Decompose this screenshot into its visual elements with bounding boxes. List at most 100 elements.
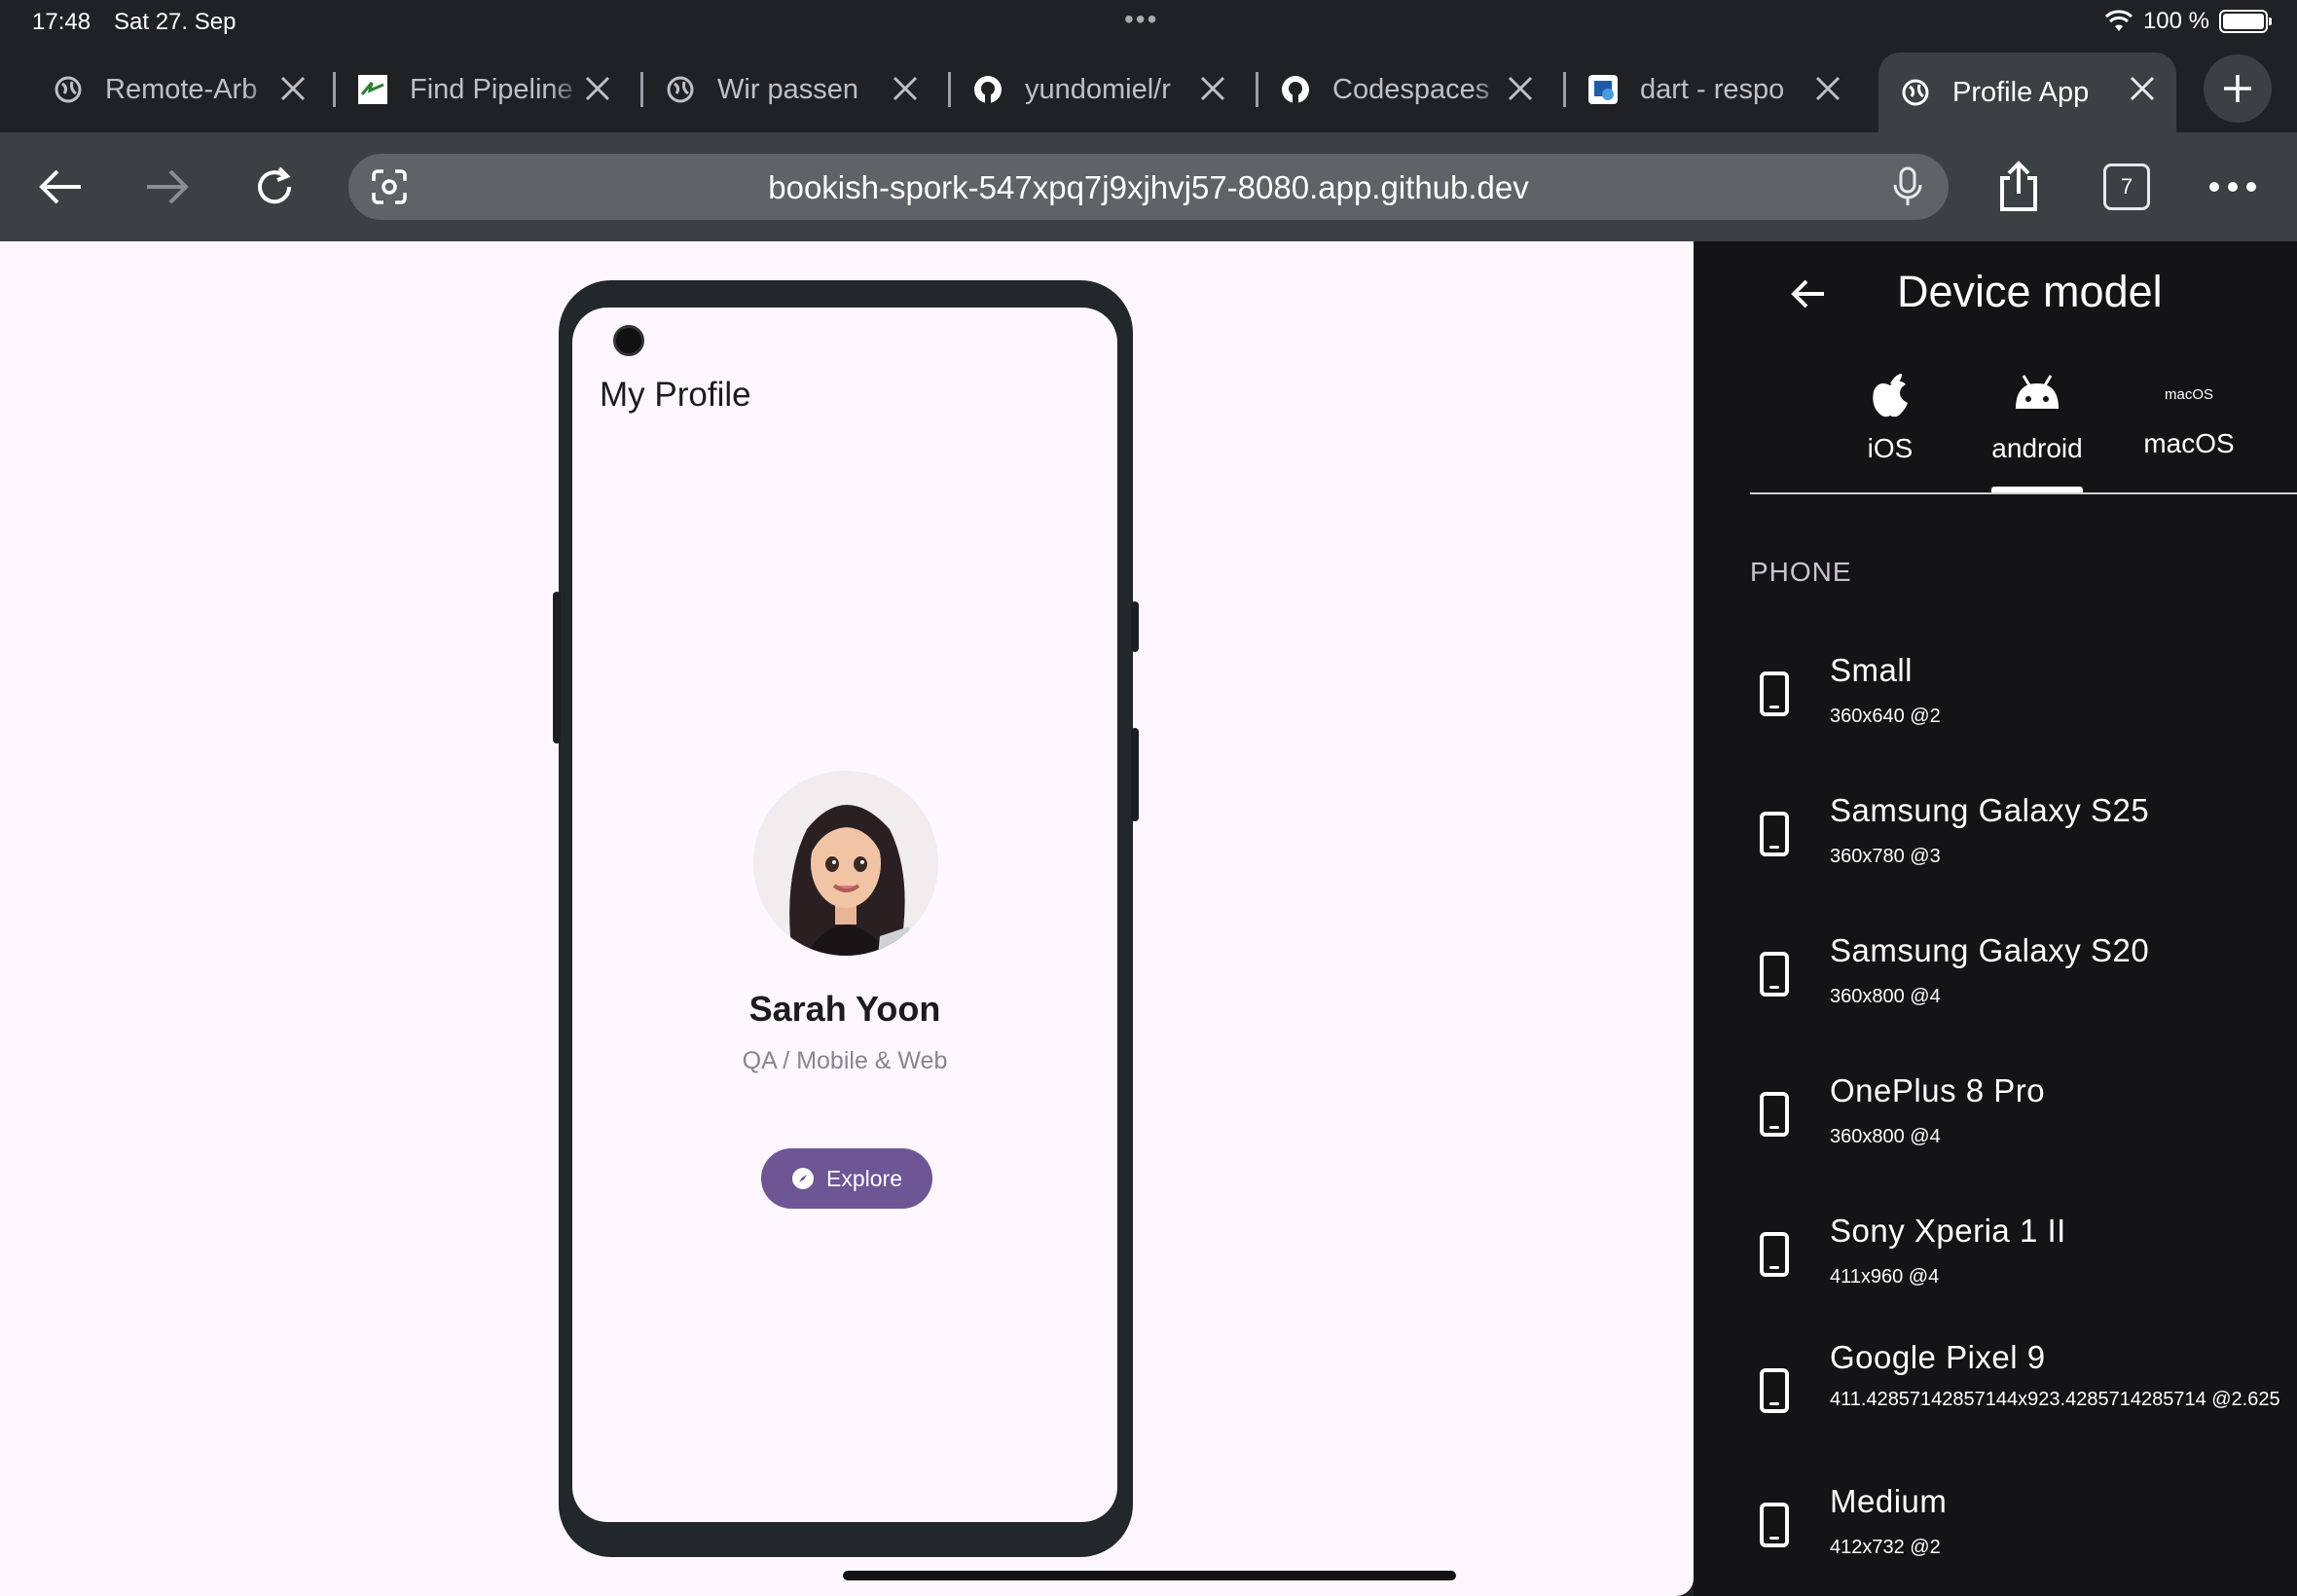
arrow-right-icon xyxy=(147,169,189,204)
github-icon xyxy=(972,74,1003,105)
home-indicator[interactable] xyxy=(843,1571,1456,1580)
stackexchange-icon xyxy=(1587,74,1619,105)
new-tab-button[interactable] xyxy=(2204,54,2272,123)
apple-icon xyxy=(1873,374,1908,417)
tab-switcher-button[interactable]: 7 xyxy=(2103,163,2150,210)
tab-label: Codespaces xyxy=(1332,73,1490,105)
device-item-galaxy-s20[interactable]: Samsung Galaxy S20 360x800 @4 xyxy=(1750,932,2295,1030)
device-name: Medium xyxy=(1830,1483,1948,1519)
back-button[interactable] xyxy=(31,158,90,216)
platform-tab-ios[interactable]: iOS xyxy=(1851,370,1929,464)
arrow-left-icon xyxy=(39,169,81,204)
battery-icon xyxy=(2219,10,2272,33)
tab-label: Find Pipeline xyxy=(410,73,573,105)
status-bar: 17:48 Sat 27. Sep ••• 100 % xyxy=(0,0,2297,47)
front-camera xyxy=(613,325,644,356)
phone-icon xyxy=(1760,952,1789,997)
github-icon xyxy=(1280,74,1311,105)
tab-wir-passen[interactable]: Wir passen xyxy=(643,53,939,127)
profile-name: Sarah Yoon xyxy=(748,989,941,1029)
close-tab-icon[interactable] xyxy=(1504,72,1537,105)
plus-icon xyxy=(2224,75,2251,102)
device-item-pixel-9[interactable]: Google Pixel 9 411.42857142857144x923.42… xyxy=(1750,1339,2295,1456)
close-tab-icon[interactable] xyxy=(276,72,310,105)
back-arrow-icon[interactable] xyxy=(1785,271,1832,317)
close-tab-icon[interactable] xyxy=(581,72,614,105)
side-button xyxy=(1131,601,1139,652)
share-icon xyxy=(2000,161,2037,211)
phone-icon xyxy=(1760,1368,1789,1413)
address-bar[interactable]: bookish-spork-547xpq7j9xjhvj57-8080.app.… xyxy=(348,154,1949,220)
device-spec: 360x640 @2 xyxy=(1830,706,1941,727)
status-time: 17:48 xyxy=(32,9,91,35)
forward-button[interactable] xyxy=(138,158,197,216)
platform-label: iOS xyxy=(1867,433,1914,463)
platform-label: macOS xyxy=(2143,428,2235,458)
platform-tab-macos[interactable]: macOS macOS xyxy=(2135,370,2242,459)
panel-title: Device model xyxy=(1897,267,2163,316)
close-tab-icon[interactable] xyxy=(1811,72,1844,105)
tab-divider xyxy=(1750,492,2297,494)
device-item-galaxy-s25[interactable]: Samsung Galaxy S25 360x780 @3 xyxy=(1750,792,2295,889)
tab-yundomiel[interactable]: yundomiel/r xyxy=(951,53,1247,127)
section-header: PHONE xyxy=(1750,557,1852,587)
profile-role: QA / Mobile & Web xyxy=(742,1047,948,1074)
multitasking-dots[interactable]: ••• xyxy=(1124,4,1158,35)
browser-toolbar: bookish-spork-547xpq7j9xjhvj57-8080.app.… xyxy=(0,132,2297,241)
device-spec: 412x732 @2 xyxy=(1830,1537,1941,1558)
microphone-icon[interactable] xyxy=(1888,165,1927,208)
wifi-icon xyxy=(2104,10,2133,31)
device-item-oneplus-8-pro[interactable]: OnePlus 8 Pro 360x800 @4 xyxy=(1750,1072,2295,1170)
phone-icon xyxy=(1760,1092,1789,1137)
tab-find-pipeline[interactable]: Find Pipeline xyxy=(336,53,632,127)
platform-tab-android[interactable]: android xyxy=(1982,370,2093,464)
share-button[interactable] xyxy=(1989,158,2048,216)
status-indicators: 100 % xyxy=(2104,8,2272,35)
explore-label: Explore xyxy=(826,1165,902,1191)
site-favicon-icon xyxy=(357,74,388,105)
device-frame: My Profile Sarah Yoon QA / Mobile & Web … xyxy=(553,280,1139,1557)
menu-button[interactable] xyxy=(2204,158,2262,216)
close-tab-icon[interactable] xyxy=(889,72,922,105)
reload-button[interactable] xyxy=(245,158,304,216)
tab-profile-app[interactable]: Profile App xyxy=(1878,53,2176,132)
tab-dart-respo[interactable]: dart - respo xyxy=(1566,53,1862,127)
device-spec: 411.42857142857144x923.4285714285714 @2.… xyxy=(1830,1389,2280,1410)
side-button xyxy=(553,592,561,744)
device-item-xperia-1-ii[interactable]: Sony Xperia 1 II 411x960 @4 xyxy=(1750,1213,2295,1310)
app-screen: My Profile Sarah Yoon QA / Mobile & Web … xyxy=(572,308,1117,1522)
compass-icon xyxy=(792,1168,814,1189)
macos-text-icon: macOS xyxy=(2164,385,2213,403)
phone-icon xyxy=(1760,812,1789,856)
device-item-small[interactable]: Small 360x640 @2 xyxy=(1750,652,2295,749)
tab-label: Remote-Arb xyxy=(105,73,258,105)
device-spec: 360x780 @3 xyxy=(1830,846,1941,867)
device-name: Google Pixel 9 xyxy=(1830,1339,2046,1375)
device-name: Samsung Galaxy S20 xyxy=(1830,932,2150,968)
device-spec: 360x800 @4 xyxy=(1830,986,1941,1007)
device-item-medium[interactable]: Medium 412x732 @2 xyxy=(1750,1483,2295,1580)
url-text[interactable]: bookish-spork-547xpq7j9xjhvj57-8080.app.… xyxy=(348,169,1949,206)
side-button xyxy=(1131,728,1139,821)
globe-icon xyxy=(665,74,696,105)
device-name: Small xyxy=(1830,652,1914,688)
tab-label: yundomiel/r xyxy=(1025,73,1171,105)
web-content: My Profile Sarah Yoon QA / Mobile & Web … xyxy=(0,241,1694,1596)
tab-codespaces[interactable]: Codespaces xyxy=(1258,53,1554,127)
tab-label: Wir passen xyxy=(717,73,859,105)
tab-strip: Remote-Arb Find Pipeline Wir passen yund… xyxy=(0,47,2297,132)
globe-icon xyxy=(1900,77,1931,108)
device-spec: 360x800 @4 xyxy=(1830,1126,1941,1147)
reload-icon xyxy=(258,166,292,204)
tab-remote-arb[interactable]: Remote-Arb xyxy=(31,53,327,127)
device-name: OnePlus 8 Pro xyxy=(1830,1072,2046,1108)
close-tab-icon[interactable] xyxy=(2126,72,2159,105)
more-dots-icon xyxy=(2209,182,2256,192)
explore-button[interactable]: Explore xyxy=(761,1148,932,1209)
device-name: Sony Xperia 1 II xyxy=(1830,1213,2066,1249)
battery-percent: 100 % xyxy=(2142,8,2209,34)
phone-icon xyxy=(1760,1232,1789,1277)
avatar xyxy=(753,771,938,956)
status-date: Sat 27. Sep xyxy=(114,9,237,35)
close-tab-icon[interactable] xyxy=(1196,72,1229,105)
